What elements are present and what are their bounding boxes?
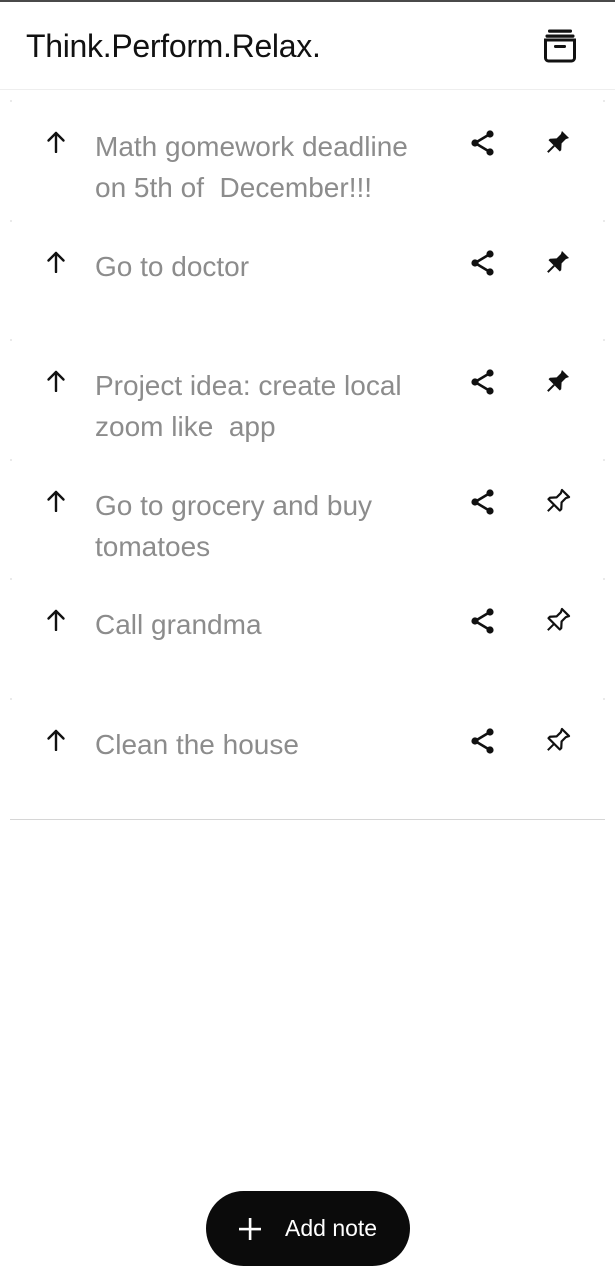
note-row[interactable]: Call grandma [10,570,605,689]
row-separator-dot [10,458,12,461]
share-icon [469,249,497,281]
arrow-up-icon [46,251,66,277]
share-button[interactable] [468,369,498,399]
app-bar: Think.Perform.Relax. [0,2,615,90]
unpin-button[interactable] [542,369,572,399]
move-up-button[interactable] [44,729,68,755]
row-separator-dot [603,339,605,341]
share-button[interactable] [468,608,498,638]
pin-outline-icon [542,726,572,760]
share-icon [469,368,497,400]
row-separator-dot [603,219,605,222]
unpin-button[interactable] [542,250,572,280]
pin-filled-icon [542,128,572,162]
arrow-up-icon [46,131,66,157]
note-text[interactable]: Clean the house [95,724,435,765]
move-up-button[interactable] [44,251,68,277]
row-separator-dot [603,458,605,461]
move-up-button[interactable] [44,370,68,396]
share-icon [469,129,497,161]
share-icon [469,727,497,759]
share-icon [469,488,497,520]
arrow-up-icon [46,609,66,635]
note-row[interactable]: Math gomework deadline on 5th of Decembe… [10,92,605,211]
row-separator-dot [10,339,12,341]
unpin-button[interactable] [542,130,572,160]
pin-filled-icon [542,367,572,401]
pin-button[interactable] [542,487,572,521]
note-text[interactable]: Go to grocery and buy tomatoes [95,485,435,567]
note-text[interactable]: Go to doctor [95,246,435,287]
pin-outline-icon [542,487,572,521]
archive-button[interactable] [540,27,580,67]
row-separator-dot [10,578,12,580]
share-button[interactable] [468,130,498,160]
add-note-label: Add note [285,1215,378,1241]
share-button[interactable] [468,488,498,520]
share-button[interactable] [468,249,498,281]
row-separator-dot [603,578,605,580]
notes-list: Math gomework deadline on 5th of Decembe… [10,92,605,820]
note-row[interactable]: Project idea: create local zoom like app [10,331,605,450]
arrow-up-icon [46,370,66,396]
share-icon [469,607,497,639]
note-row[interactable]: Go to doctor [10,212,605,331]
app-title: Think.Perform.Relax. [26,28,321,64]
note-text[interactable]: Call grandma [95,604,435,645]
arrow-up-icon [46,490,66,516]
move-up-button[interactable] [44,131,68,157]
note-row[interactable]: Clean the house [10,690,605,809]
note-text[interactable]: Project idea: create local zoom like app [95,365,435,447]
note-text[interactable]: Math gomework deadline on 5th of Decembe… [95,126,435,208]
note-row[interactable]: Go to grocery and buy tomatoes [10,451,605,570]
pin-filled-icon [542,248,572,282]
app-screen: Think.Perform.Relax. Math gomework deadl… [0,0,615,1280]
arrow-up-icon [46,729,66,755]
row-separator-dot [10,219,12,222]
share-button[interactable] [468,727,498,759]
move-up-button[interactable] [44,609,68,635]
row-separator-dot [10,697,12,700]
row-separator-dot [603,100,605,102]
move-up-button[interactable] [44,490,68,516]
row-separator-dot [603,697,605,700]
plus-icon [239,1217,261,1240]
row-separator-dot [10,100,12,102]
pin-outline-icon [542,606,572,640]
add-note-button[interactable]: Add note [206,1191,410,1266]
archive-box-icon [541,26,579,68]
pin-button[interactable] [542,606,572,640]
pin-button[interactable] [542,726,572,760]
